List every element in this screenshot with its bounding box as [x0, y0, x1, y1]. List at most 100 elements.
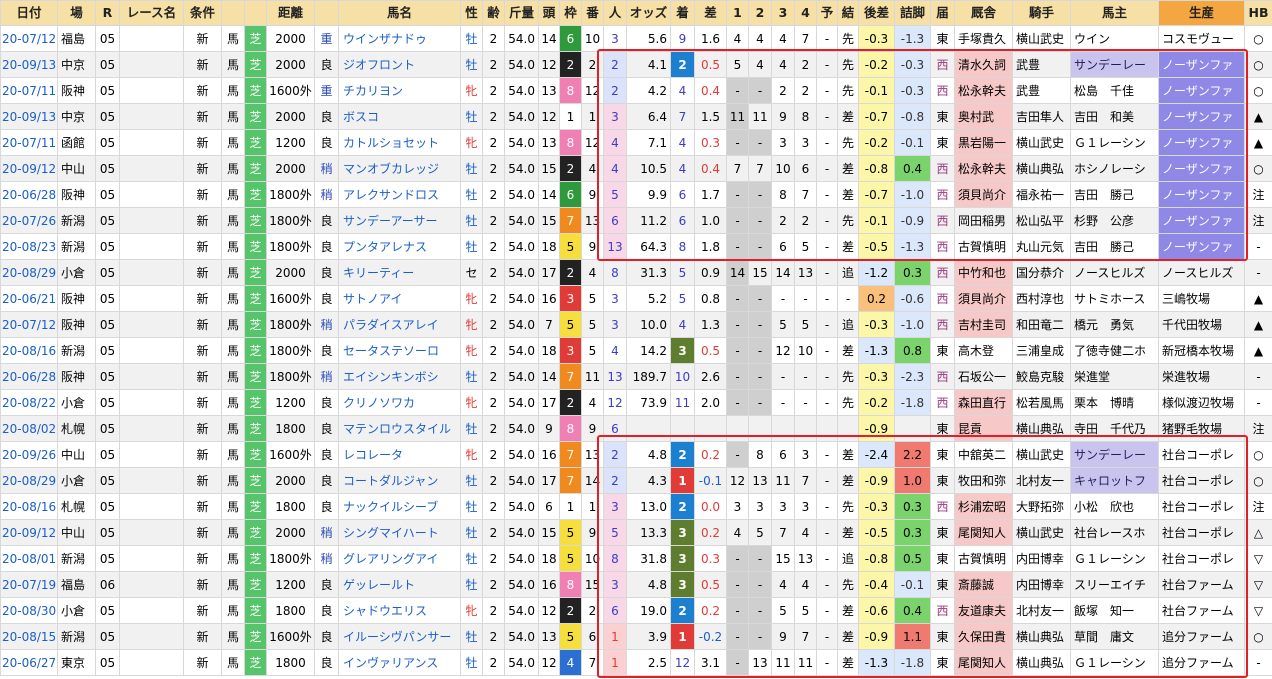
cell-horse[interactable]: パラダイスアレイ: [338, 311, 461, 338]
column-header[interactable]: 結: [837, 0, 859, 26]
column-header[interactable]: 届: [930, 0, 955, 26]
cell-date[interactable]: 20-09/13: [0, 51, 58, 78]
cell-date[interactable]: 20-07/12: [0, 311, 58, 338]
column-header[interactable]: 予: [816, 0, 838, 26]
cell-horse[interactable]: クリノソワカ: [338, 389, 461, 416]
table-row[interactable]: 20-07/26 新潟 05 新馬芝 1800外良サンデーアーサー牡 2 54.0 15 7 13…: [0, 207, 1272, 234]
cell-horse[interactable]: イルーシヴパンサー: [338, 623, 461, 650]
cell-date[interactable]: 20-08/01: [0, 545, 58, 572]
table-row[interactable]: 20-07/11 函館 05 新馬芝 1200 良カトルショセット牝 2 54.0 13 8 12 4…: [0, 129, 1272, 156]
cell-date[interactable]: 20-06/28: [0, 181, 58, 208]
cell-horse[interactable]: マンオブカレッジ: [338, 155, 461, 182]
table-row[interactable]: 20-08/29 小倉 05 新馬芝 2000 良キリーティーセ 2 54.0 17 2 4 8 31.…: [0, 259, 1272, 286]
cell-horse[interactable]: インヴァリアンス: [338, 649, 461, 676]
column-header[interactable]: 性: [460, 0, 483, 26]
table-row[interactable]: 20-09/13 中京 05 新馬芝 2000 良ボスコ牡 2 54.0 12 1 1 3 6.4 7 1.…: [0, 103, 1272, 130]
column-header[interactable]: [221, 0, 245, 26]
table-row[interactable]: 20-08/15 新潟 05 新馬芝 1600外良イルーシヴパンサー牡 2 54.0 13 5 6…: [0, 623, 1272, 650]
cell-horse[interactable]: シングマイハート: [338, 519, 461, 546]
table-row[interactable]: 20-06/28 阪神 05 新馬芝 1800外稍エイシンキンボシ牡 2 54.0 14 7 11…: [0, 363, 1272, 390]
table-row[interactable]: 20-08/02 札幌 05 新馬芝 1800 良マテンロウスタイル牡 2 54.0 9 8 9 6-…: [0, 415, 1272, 442]
column-header[interactable]: 1: [726, 0, 749, 26]
table-row[interactable]: 20-08/16 新潟 05 新馬芝 1800外良セータステソーロ牝 2 54.0 18 3 5 4…: [0, 337, 1272, 364]
column-header[interactable]: 後差: [858, 0, 895, 26]
cell-date[interactable]: 20-08/29: [0, 467, 58, 494]
column-header[interactable]: 3: [771, 0, 795, 26]
cell-date[interactable]: 20-07/11: [0, 129, 58, 156]
table-row[interactable]: 20-08/30 小倉 05 新馬芝 1800 良シャドウエリス牝 2 54.0 12 2 2 6 19…: [0, 597, 1272, 624]
column-header[interactable]: オッズ: [626, 0, 671, 26]
cell-horse[interactable]: コートダルジャン: [338, 467, 461, 494]
column-header[interactable]: [314, 0, 339, 26]
cell-date[interactable]: 20-07/26: [0, 207, 58, 234]
cell-horse[interactable]: マテンロウスタイル: [338, 415, 461, 442]
cell-horse[interactable]: ゲッレールト: [338, 571, 461, 598]
column-header[interactable]: 厩舎: [954, 0, 1013, 26]
cell-date[interactable]: 20-09/12: [0, 519, 58, 546]
cell-date[interactable]: 20-06/21: [0, 285, 58, 312]
table-row[interactable]: 20-09/12 中山 05 新馬芝 2000 稍マンオブカレッジ牡 2 54.0 15 2 4 4 1…: [0, 155, 1272, 182]
column-header[interactable]: 頭: [538, 0, 560, 26]
table-row[interactable]: 20-09/13 中京 05 新馬芝 2000 良ジオフロント牡 2 54.0 12 2 2 2 4.1…: [0, 51, 1272, 78]
column-header[interactable]: [244, 0, 267, 26]
column-header[interactable]: 4: [794, 0, 817, 26]
column-header[interactable]: 人: [603, 0, 627, 26]
cell-horse[interactable]: アレクサンドロス: [338, 181, 461, 208]
column-header[interactable]: 騎手: [1012, 0, 1071, 26]
cell-horse[interactable]: チカリヨン: [338, 77, 461, 104]
column-header[interactable]: HB: [1244, 0, 1272, 26]
column-header[interactable]: 枠: [559, 0, 582, 26]
cell-date[interactable]: 20-09/26: [0, 441, 58, 468]
column-header[interactable]: 着: [670, 0, 695, 26]
cell-date[interactable]: 20-07/19: [0, 571, 58, 598]
cell-horse[interactable]: レコレータ: [338, 441, 461, 468]
table-row[interactable]: 20-09/12 中山 05 新馬芝 2000 稍シングマイハート牡 2 54.0 15 5 9 5 1…: [0, 519, 1272, 546]
cell-date[interactable]: 20-08/30: [0, 597, 58, 624]
table-row[interactable]: 20-08/16 札幌 05 新馬芝 1800 良ナックイルシーブ牡 2 54.0 6 1 1 3 13…: [0, 493, 1272, 520]
table-row[interactable]: 20-07/12 阪神 05 新馬芝 1800外稍パラダイスアレイ牝 2 54.0 7 5 5 3 1…: [0, 311, 1272, 338]
table-row[interactable]: 20-09/26 中山 05 新馬芝 1600外良レコレータ牝 2 54.0 16 7 13 2 4.…: [0, 441, 1272, 468]
cell-horse[interactable]: ウインザナドゥ: [338, 25, 461, 52]
cell-horse[interactable]: エイシンキンボシ: [338, 363, 461, 390]
table-row[interactable]: 20-06/21 阪神 05 新馬芝 1600外良サトノアイ牝 2 54.0 16 3 5 3 5.2…: [0, 285, 1272, 312]
cell-date[interactable]: 20-08/16: [0, 493, 58, 520]
cell-date[interactable]: 20-06/28: [0, 363, 58, 390]
cell-date[interactable]: 20-09/12: [0, 155, 58, 182]
table-row[interactable]: 20-08/29 小倉 05 新馬芝 2000 良コートダルジャン牡 2 54.0 17 7 14 2…: [0, 467, 1272, 494]
cell-date[interactable]: 20-08/23: [0, 233, 58, 260]
cell-date[interactable]: 20-07/12: [0, 25, 58, 52]
column-header[interactable]: 距離: [266, 0, 315, 26]
table-row[interactable]: 20-08/01 新潟 05 新馬芝 1800外稍グレアリングアイ牡 2 54.0 18 5 10…: [0, 545, 1272, 572]
cell-date[interactable]: 20-09/13: [0, 103, 58, 130]
column-header[interactable]: 斤量: [504, 0, 539, 26]
column-header[interactable]: 日付: [0, 0, 58, 26]
table-row[interactable]: 20-06/28 阪神 05 新馬芝 1800外稍アレクサンドロス牡 2 54.0 14 6 9 5…: [0, 181, 1272, 208]
cell-horse[interactable]: グレアリングアイ: [338, 545, 461, 572]
column-header[interactable]: R: [95, 0, 120, 26]
table-row[interactable]: 20-07/19 福島 06 新馬芝 1200 良ゲッレールト牡 2 54.0 16 8 15 3 4.…: [0, 571, 1272, 598]
cell-date[interactable]: 20-08/22: [0, 389, 58, 416]
cell-horse[interactable]: ナックイルシーブ: [338, 493, 461, 520]
cell-horse[interactable]: サトノアイ: [338, 285, 461, 312]
column-header[interactable]: 齢: [482, 0, 505, 26]
cell-date[interactable]: 20-06/27: [0, 649, 58, 676]
column-header[interactable]: 生産: [1158, 0, 1245, 26]
cell-date[interactable]: 20-08/15: [0, 623, 58, 650]
cell-horse[interactable]: ジオフロント: [338, 51, 461, 78]
cell-date[interactable]: 20-07/11: [0, 77, 58, 104]
cell-horse[interactable]: キリーティー: [338, 259, 461, 286]
cell-horse[interactable]: セータステソーロ: [338, 337, 461, 364]
column-header[interactable]: 条件: [183, 0, 222, 26]
column-header[interactable]: 2: [748, 0, 772, 26]
cell-horse[interactable]: ボスコ: [338, 103, 461, 130]
column-header[interactable]: 詰脚: [894, 0, 931, 26]
table-row[interactable]: 20-08/22 小倉 05 新馬芝 1200 良クリノソワカ牝 2 54.0 17 2 4 12 73…: [0, 389, 1272, 416]
cell-date[interactable]: 20-08/02: [0, 415, 58, 442]
column-header[interactable]: 馬名: [338, 0, 461, 26]
table-row[interactable]: 20-06/27 東京 05 新馬芝 1800 良インヴァリアンス牡 2 54.0 12 4 7 1 2…: [0, 649, 1272, 676]
cell-horse[interactable]: シャドウエリス: [338, 597, 461, 624]
column-header[interactable]: レース名: [119, 0, 184, 26]
cell-date[interactable]: 20-08/16: [0, 337, 58, 364]
table-row[interactable]: 20-07/12 福島 05 新馬芝 2000 重ウインザナドゥ牡 2 54.0 14 6 10 3 5…: [0, 25, 1272, 52]
table-row[interactable]: 20-08/23 新潟 05 新馬芝 1800外良プンタアレナス牡 2 54.0 18 5 9 13…: [0, 233, 1272, 260]
